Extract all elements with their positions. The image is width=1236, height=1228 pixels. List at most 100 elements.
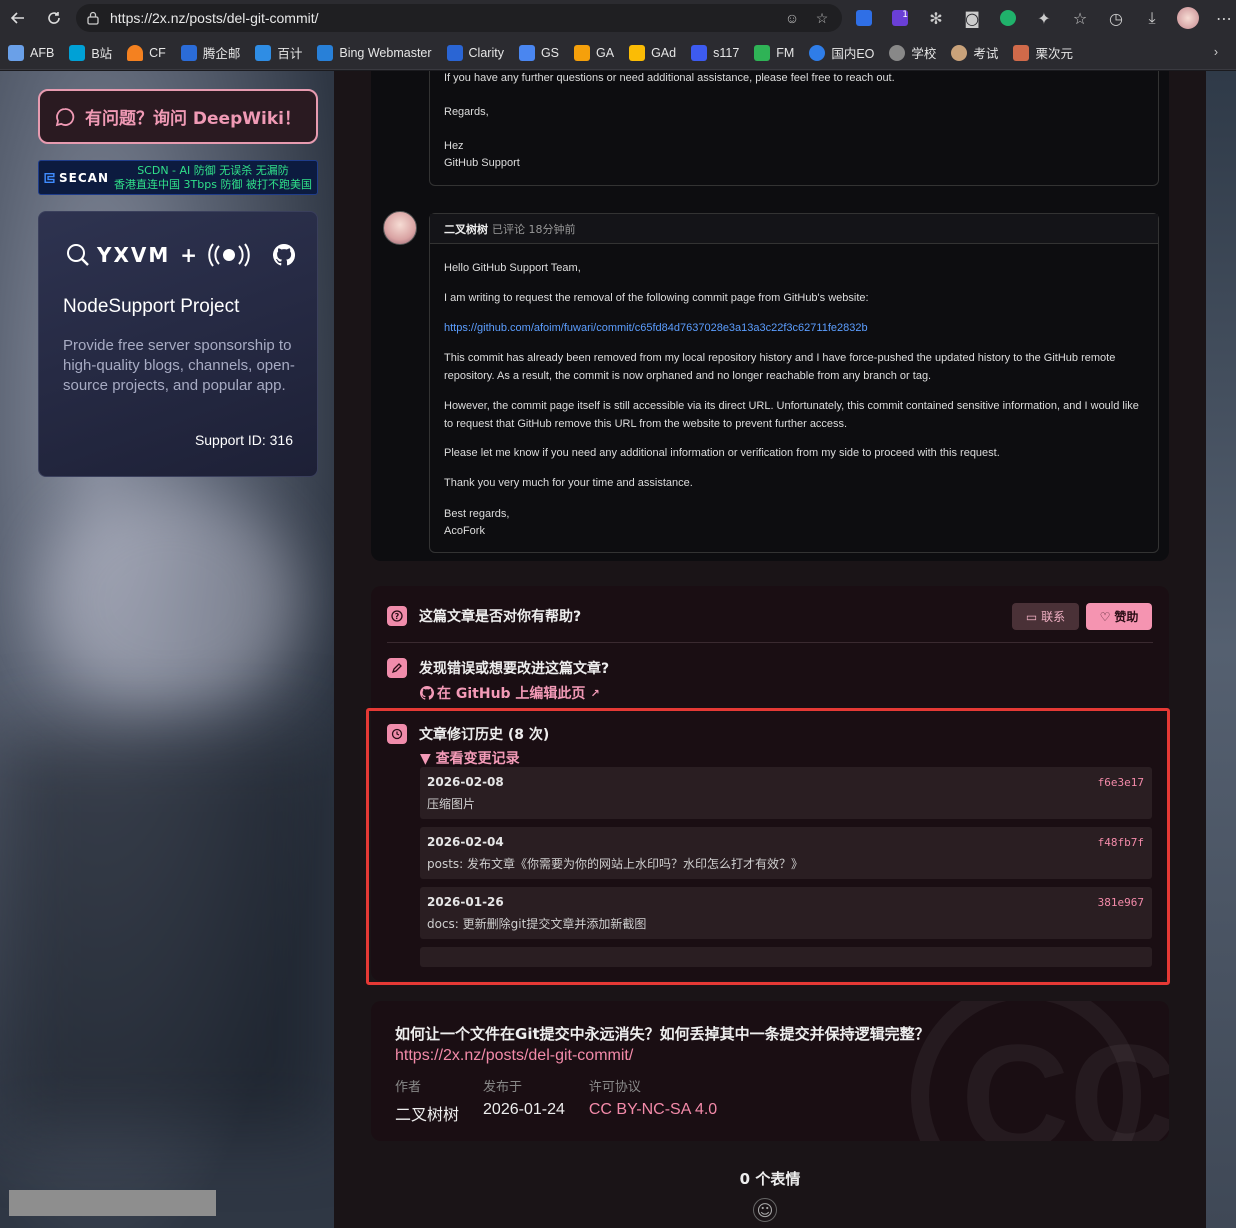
nodesupport-card[interactable]: YXVM + NodeSupport Project Provide free … <box>38 211 318 477</box>
reload-icon[interactable] <box>36 0 72 36</box>
back-icon[interactable] <box>0 0 36 36</box>
edit-on-github-link[interactable]: 在 GitHub 上编辑此页 ↗ <box>420 683 600 703</box>
commit-item[interactable]: 2026-01-26 docs: 更新删除git提交文章并添加新截图 381e9… <box>420 887 1152 939</box>
extension-gear-icon[interactable]: ✻ <box>918 0 954 36</box>
bookmark-ga[interactable]: GA <box>574 44 614 61</box>
email-p1: I am writing to request the removal of t… <box>444 292 869 304</box>
support-reply-message: If you have any further questions or nee… <box>429 71 1159 186</box>
article-url[interactable]: https://2x.nz/posts/del-git-commit/ <box>395 1047 633 1065</box>
add-reaction-smiley-icon[interactable]: ☺ <box>753 1198 777 1222</box>
bookmark-liciyuan[interactable]: 栗次元 <box>1013 43 1073 62</box>
view-changes-toggle[interactable]: ▼ 查看变更记录 <box>420 748 520 768</box>
support-regards: Regards, <box>444 106 489 118</box>
extension-green-icon[interactable] <box>990 0 1026 36</box>
github-icon[interactable] <box>273 244 295 266</box>
support-team: GitHub Support <box>444 157 520 169</box>
email-signature: AcoFork <box>444 525 485 537</box>
web-page: 有问题？询问 DeepWiki！ SECAN SCDN - AI 防御 无误杀 … <box>0 71 1236 1228</box>
card-icon: ▭ <box>1025 609 1038 624</box>
secan-ad-banner[interactable]: SECAN SCDN - AI 防御 无误杀 无漏防 香港直连中国 3Tbps … <box>38 160 318 195</box>
yxvm-search-logo-icon <box>67 244 89 266</box>
bookmark-school[interactable]: 学校 <box>889 43 936 62</box>
commit-hash[interactable]: f48fb7f <box>1098 836 1144 849</box>
url-text[interactable]: https://2x.nz/posts/del-git-commit/ <box>110 10 772 26</box>
camera-icon[interactable]: ◙ <box>954 0 990 36</box>
bookmark-afb[interactable]: AFB <box>8 44 54 61</box>
license-author: 作者 二叉树树 <box>395 1080 460 1124</box>
extension-shield-icon[interactable] <box>846 0 882 36</box>
download-icon[interactable]: ⤓ <box>1134 0 1170 36</box>
secan-line-1: SCDN - AI 防御 无误杀 无漏防 <box>137 163 289 177</box>
bookmark-cf[interactable]: CF <box>127 44 166 61</box>
overlay-bar <box>9 1190 216 1216</box>
user-request-message: 二叉树树 已评论 18分钟前 Hello GitHub Support Team… <box>429 213 1159 553</box>
contact-button[interactable]: ▭ 联系 <box>1012 603 1079 630</box>
comment-meta: 已评论 18分钟前 <box>492 222 576 236</box>
chat-bubble-icon <box>55 107 75 126</box>
commit-item-partial[interactable] <box>420 947 1152 967</box>
bookmark-exam[interactable]: 考试 <box>951 43 998 62</box>
divider <box>387 642 1153 643</box>
commit-link[interactable]: https://github.com/afoim/fuwari/commit/c… <box>444 320 1149 338</box>
more-menu-icon[interactable]: ⋯ <box>1206 0 1236 36</box>
bookmark-favicon-icon <box>255 44 272 61</box>
bookmark-clarity[interactable]: Clarity <box>446 44 504 61</box>
commit-item[interactable]: 2026-02-04 posts: 发布文章《你需要为你的网站上水印吗？水印怎么… <box>420 827 1152 879</box>
bookmark-favicon-icon <box>754 44 771 61</box>
email-closing: Best regards, <box>444 508 510 520</box>
address-bar[interactable]: https://2x.nz/posts/del-git-commit/ ☺ ☆ <box>76 4 842 32</box>
bookmark-guonei-eo[interactable]: 国内EO <box>809 43 874 62</box>
profile-avatar[interactable] <box>1170 0 1206 36</box>
bookmark-gs[interactable]: GS <box>518 44 559 61</box>
ask-deepwiki-button[interactable]: 有问题？询问 DeepWiki！ <box>38 89 318 144</box>
bookmark-favicon-icon <box>951 44 968 61</box>
bookmark-favicon-icon <box>69 44 86 61</box>
bookmark-favicon-icon <box>317 44 334 61</box>
commit-hash[interactable]: 381e967 <box>1098 896 1144 909</box>
external-link-icon: ↗ <box>590 686 600 700</box>
lock-icon[interactable] <box>86 11 100 25</box>
comment-author: 二叉树树 <box>444 222 488 236</box>
nodesupport-title: NodeSupport Project <box>63 296 240 317</box>
history-icon[interactable]: ◷ <box>1098 0 1134 36</box>
pencil-icon <box>387 658 407 678</box>
bookmark-favicon-icon <box>629 44 646 61</box>
reactions-count: 0 个表情 <box>739 1170 801 1188</box>
license-published: 发布于 2026-01-24 <box>483 1080 565 1118</box>
secan-line-2: 香港直连中国 3Tbps 防御 被打不跑美国 <box>114 177 312 191</box>
bookmark-bing-webmaster[interactable]: Bing Webmaster <box>317 44 432 61</box>
commit-item[interactable]: 2026-02-08 压缩图片 f6e3e17 <box>420 767 1152 819</box>
avatar <box>383 211 417 245</box>
reader-icon[interactable]: ☺ <box>782 8 802 28</box>
chevron-right-icon[interactable]: › <box>1214 45 1218 59</box>
bookmark-tencent-mail[interactable]: 腾企邮 <box>180 43 240 62</box>
bookmark-baiji[interactable]: 百计 <box>255 43 302 62</box>
bookmark-fm[interactable]: FM <box>754 44 794 61</box>
extension-badge-icon[interactable]: 1 <box>882 0 918 36</box>
bookmark-favicon-icon <box>518 44 535 61</box>
bookmark-favicon-icon <box>446 44 463 61</box>
bookmark-favicon-icon <box>809 44 826 61</box>
logo-plus: + <box>180 243 198 267</box>
bookmark-favicon-icon <box>691 44 708 61</box>
helpful-question: ? 这篇文章是否对你有帮助? <box>387 606 581 626</box>
puzzle-icon[interactable]: ✦ <box>1026 0 1062 36</box>
yxvm-logo-text: YXVM <box>97 243 171 267</box>
question-icon: ? <box>387 606 407 626</box>
revision-history-highlight: 文章修订历史 (8 次) ▼ 查看变更记录 2026-02-08 压缩图片 f6… <box>366 708 1170 985</box>
favorites-icon[interactable]: ☆ <box>1062 0 1098 36</box>
bookmark-bilibili[interactable]: B站 <box>69 43 112 62</box>
bookmark-gad[interactable]: GAd <box>629 44 676 61</box>
improve-question: 发现错误或想要改进这篇文章? <box>387 658 609 678</box>
license-type: 许可协议 CC BY-NC-SA 4.0 <box>588 1080 718 1118</box>
broadcast-logo-icon <box>208 243 250 267</box>
license-card: CC 如何让一个文件在Git提交中永远消失？如何丢掉其中一条提交并保持逻辑完整？… <box>371 1001 1169 1141</box>
message-header: 二叉树树 已评论 18分钟前 <box>430 214 1158 244</box>
github-icon <box>420 686 434 700</box>
sponsor-button[interactable]: ♡ 赞助 <box>1086 603 1152 630</box>
favorite-star-icon[interactable]: ☆ <box>812 8 832 28</box>
email-p5: Thank you very much for your time and as… <box>444 477 693 489</box>
extensions-bar: 1 ✻ ◙ ✦ ☆ ◷ ⤓ ⋯ <box>846 0 1236 36</box>
commit-hash[interactable]: f6e3e17 <box>1098 776 1144 789</box>
bookmark-s117[interactable]: s117 <box>691 44 739 61</box>
